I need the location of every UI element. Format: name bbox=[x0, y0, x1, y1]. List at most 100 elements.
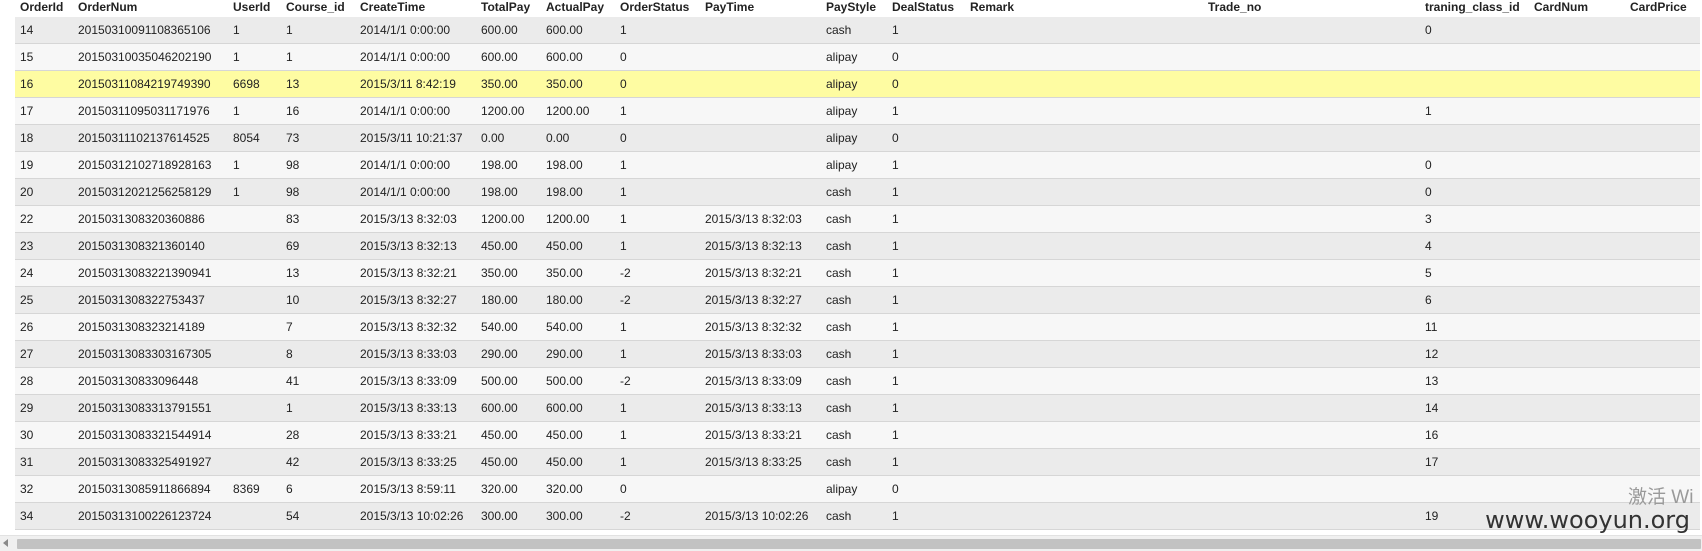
cell-userid[interactable]: 1 bbox=[228, 151, 281, 179]
cell-actualpay[interactable]: 500.00 bbox=[541, 367, 615, 395]
cell-traning-class-id[interactable]: 6 bbox=[1420, 286, 1529, 314]
cell-cardprice[interactable] bbox=[1625, 394, 1700, 422]
cell-totalpay[interactable]: 198.00 bbox=[476, 151, 541, 179]
cell-createtime[interactable]: 2015/3/13 8:32:13 bbox=[355, 232, 476, 260]
cell-orderstatus[interactable]: 1 bbox=[615, 205, 700, 233]
cell-cardprice[interactable] bbox=[1625, 259, 1700, 287]
cell-createtime[interactable]: 2015/3/13 8:33:13 bbox=[355, 394, 476, 422]
cell-ordernum[interactable]: 20150313083313791551 bbox=[73, 394, 228, 422]
cell-userid[interactable]: 1 bbox=[228, 178, 281, 206]
cell-ordernum[interactable]: 20150312102718928163 bbox=[73, 151, 228, 179]
cell-createtime[interactable]: 2015/3/13 10:02:26 bbox=[355, 502, 476, 530]
cell-orderstatus[interactable]: 1 bbox=[615, 151, 700, 179]
cell-userid[interactable] bbox=[228, 502, 281, 530]
cell-dealstatus[interactable]: 1 bbox=[887, 448, 965, 476]
cell-orderid[interactable]: 14 bbox=[15, 17, 73, 44]
cell-cardprice[interactable] bbox=[1625, 313, 1700, 341]
cell-orderid[interactable]: 30 bbox=[15, 421, 73, 449]
cell-userid[interactable]: 8054 bbox=[228, 124, 281, 152]
cell-createtime[interactable]: 2014/1/1 0:00:00 bbox=[355, 97, 476, 125]
column-header-trade-no[interactable]: Trade_no bbox=[1208, 0, 1420, 17]
cell-traning-class-id[interactable] bbox=[1420, 475, 1529, 503]
cell-traning-class-id[interactable]: 5 bbox=[1420, 259, 1529, 287]
cell-paytime[interactable] bbox=[700, 70, 821, 98]
cell-actualpay[interactable]: 540.00 bbox=[541, 313, 615, 341]
cell-dealstatus[interactable]: 0 bbox=[887, 124, 965, 152]
cell-actualpay[interactable]: 290.00 bbox=[541, 340, 615, 368]
cell-orderstatus[interactable]: 1 bbox=[615, 178, 700, 206]
cell-dealstatus[interactable]: 1 bbox=[887, 286, 965, 314]
cell-ordernum[interactable]: 2015031308323214189 bbox=[73, 313, 228, 341]
cell-paystyle[interactable]: cash bbox=[821, 259, 887, 287]
cell-paytime[interactable]: 2015/3/13 8:32:27 bbox=[700, 286, 821, 314]
cell-totalpay[interactable]: 300.00 bbox=[476, 502, 541, 530]
cell-actualpay[interactable]: 600.00 bbox=[541, 394, 615, 422]
cell-paystyle[interactable]: alipay bbox=[821, 97, 887, 125]
cell-course-id[interactable]: 8 bbox=[281, 340, 355, 368]
cell-dealstatus[interactable]: 1 bbox=[887, 178, 965, 206]
cell-paystyle[interactable]: alipay bbox=[821, 43, 887, 71]
cell-paystyle[interactable]: alipay bbox=[821, 124, 887, 152]
cell-orderstatus[interactable]: 0 bbox=[615, 70, 700, 98]
cell-userid[interactable]: 1 bbox=[228, 17, 281, 44]
cell-paytime[interactable] bbox=[700, 43, 821, 71]
cell-trade-no[interactable] bbox=[1208, 151, 1420, 179]
cell-orderstatus[interactable]: 1 bbox=[615, 313, 700, 341]
cell-orderid[interactable]: 19 bbox=[15, 151, 73, 179]
cell-paytime[interactable] bbox=[700, 178, 821, 206]
cell-trade-no[interactable] bbox=[1208, 340, 1420, 368]
cell-actualpay[interactable]: 320.00 bbox=[541, 475, 615, 503]
cell-trade-no[interactable] bbox=[1208, 421, 1420, 449]
cell-totalpay[interactable]: 1200.00 bbox=[476, 205, 541, 233]
cell-remark[interactable] bbox=[965, 178, 1208, 206]
cell-ordernum[interactable]: 20150313100226123724 bbox=[73, 502, 228, 530]
cell-dealstatus[interactable]: 1 bbox=[887, 17, 965, 44]
cell-orderstatus[interactable]: -2 bbox=[615, 286, 700, 314]
column-header-userid[interactable]: UserId bbox=[228, 0, 281, 17]
cell-remark[interactable] bbox=[965, 70, 1208, 98]
cell-cardnum[interactable] bbox=[1529, 232, 1625, 260]
table-row[interactable]: 28 201503130833096448 41 2015/3/13 8:33:09 5… bbox=[15, 367, 1700, 395]
cell-ordernum[interactable]: 20150313083325491927 bbox=[73, 448, 228, 476]
cell-userid[interactable] bbox=[228, 394, 281, 422]
cell-ordernum[interactable]: 20150313083221390941 bbox=[73, 259, 228, 287]
table-row[interactable]: 15 20150310035046202190 1 1 2014/1/1 0:00:00… bbox=[15, 43, 1700, 71]
cell-ordernum[interactable]: 20150313083321544914 bbox=[73, 421, 228, 449]
cell-dealstatus[interactable]: 1 bbox=[887, 259, 965, 287]
cell-paytime[interactable]: 2015/3/13 8:33:03 bbox=[700, 340, 821, 368]
cell-createtime[interactable]: 2015/3/13 8:33:25 bbox=[355, 448, 476, 476]
cell-orderid[interactable]: 34 bbox=[15, 502, 73, 530]
cell-actualpay[interactable]: 450.00 bbox=[541, 232, 615, 260]
table-row[interactable]: 19 20150312102718928163 1 98 2014/1/1 0:00:0… bbox=[15, 151, 1700, 179]
cell-userid[interactable] bbox=[228, 259, 281, 287]
cell-remark[interactable] bbox=[965, 448, 1208, 476]
cell-cardnum[interactable] bbox=[1529, 178, 1625, 206]
cell-orderstatus[interactable]: 1 bbox=[615, 394, 700, 422]
cell-createtime[interactable]: 2015/3/13 8:32:03 bbox=[355, 205, 476, 233]
cell-paytime[interactable]: 2015/3/13 8:32:13 bbox=[700, 232, 821, 260]
cell-orderstatus[interactable]: 0 bbox=[615, 43, 700, 71]
cell-orderstatus[interactable]: 1 bbox=[615, 448, 700, 476]
column-header-createtime[interactable]: CreateTime bbox=[355, 0, 476, 17]
cell-remark[interactable] bbox=[965, 43, 1208, 71]
cell-paystyle[interactable]: cash bbox=[821, 367, 887, 395]
table-row[interactable]: 24 20150313083221390941 13 2015/3/13 8:32:2… bbox=[15, 259, 1700, 287]
cell-orderid[interactable]: 16 bbox=[15, 70, 73, 98]
cell-createtime[interactable]: 2015/3/13 8:33:09 bbox=[355, 367, 476, 395]
cell-totalpay[interactable]: 1200.00 bbox=[476, 97, 541, 125]
cell-course-id[interactable]: 73 bbox=[281, 124, 355, 152]
cell-orderstatus[interactable]: -2 bbox=[615, 367, 700, 395]
column-header-ordernum[interactable]: OrderNum bbox=[73, 0, 228, 17]
table-row[interactable]: 30 20150313083321544914 28 2015/3/13 8:33:2… bbox=[15, 421, 1700, 449]
cell-paytime[interactable] bbox=[700, 475, 821, 503]
cell-remark[interactable] bbox=[965, 313, 1208, 341]
cell-userid[interactable]: 6698 bbox=[228, 70, 281, 98]
cell-actualpay[interactable]: 198.00 bbox=[541, 151, 615, 179]
cell-traning-class-id[interactable] bbox=[1420, 124, 1529, 152]
cell-paytime[interactable] bbox=[700, 151, 821, 179]
cell-remark[interactable] bbox=[965, 286, 1208, 314]
table-row[interactable]: 14 20150310091108365106 1 1 2014/1/1 0:00:00… bbox=[15, 17, 1700, 44]
cell-orderstatus[interactable]: 0 bbox=[615, 124, 700, 152]
cell-orderid[interactable]: 25 bbox=[15, 286, 73, 314]
cell-createtime[interactable]: 2015/3/13 8:59:11 bbox=[355, 475, 476, 503]
